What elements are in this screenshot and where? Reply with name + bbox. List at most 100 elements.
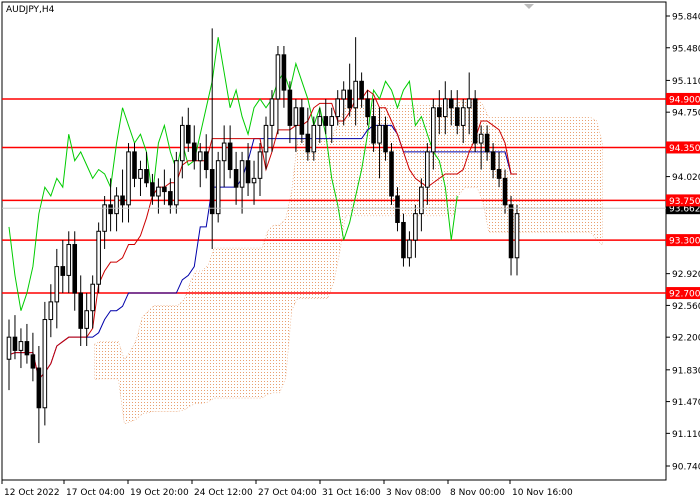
candle-body: [460, 107, 466, 126]
candle[interactable]: [144, 151, 149, 188]
candle-body: [144, 169, 149, 184]
candle-body: [281, 54, 287, 91]
candle[interactable]: [24, 323, 30, 364]
candle[interactable]: [245, 143, 251, 196]
price-tick-label: 90.740: [672, 463, 700, 473]
candle[interactable]: [221, 125, 227, 188]
candle[interactable]: [269, 90, 275, 152]
candle-body: [108, 204, 113, 215]
candle[interactable]: [401, 213, 406, 267]
candle-body: [60, 266, 66, 276]
candle[interactable]: [120, 169, 125, 223]
candle-body: [293, 107, 299, 126]
candle[interactable]: [108, 178, 113, 232]
level-label: 93.750: [669, 197, 700, 207]
price-chart[interactable]: 95.84095.48095.11094.75094.02093.66092.9…: [0, 0, 700, 500]
candle[interactable]: [335, 90, 341, 126]
candle[interactable]: [514, 204, 520, 276]
candle[interactable]: [6, 319, 12, 391]
candle-body: [174, 160, 179, 206]
candle[interactable]: [359, 72, 364, 108]
candle-body: [90, 283, 95, 312]
candle[interactable]: [293, 98, 299, 152]
candle[interactable]: [203, 134, 209, 179]
candle-body: [431, 107, 436, 153]
candle[interactable]: [174, 151, 179, 214]
candle-body: [323, 116, 329, 126]
candle-body: [437, 107, 442, 118]
candle[interactable]: [162, 169, 167, 205]
candle[interactable]: [84, 293, 89, 346]
candle[interactable]: [275, 46, 281, 135]
candle-body: [114, 195, 119, 215]
candle[interactable]: [389, 143, 394, 205]
candle-body: [287, 89, 293, 126]
time-tick-label: 12 Oct 2022: [4, 488, 60, 498]
candle-body: [490, 151, 496, 171]
candle-body: [72, 244, 78, 294]
candle-body: [30, 354, 36, 369]
candle-body: [191, 142, 197, 162]
candle[interactable]: [96, 222, 101, 294]
price-tick-label: 92.560: [672, 302, 700, 312]
candle-body: [299, 107, 305, 135]
candle[interactable]: [132, 143, 137, 188]
candle[interactable]: [48, 284, 54, 338]
candle[interactable]: [60, 240, 66, 294]
candle[interactable]: [138, 160, 143, 196]
candle[interactable]: [126, 143, 131, 223]
level-label: 93.300: [669, 237, 700, 247]
candle-body: [251, 177, 257, 184]
candle-body: [484, 133, 490, 153]
time-tick-label: 8 Nov 00:00: [450, 488, 505, 498]
price-axis: 95.84095.48095.11094.75094.02093.66092.9…: [2, 13, 700, 473]
candle[interactable]: [197, 143, 203, 188]
candle[interactable]: [42, 301, 48, 426]
price-tick-label: 95.480: [672, 44, 700, 54]
candle-body: [180, 124, 185, 162]
time-tick-label: 10 Nov 16:00: [512, 488, 573, 498]
candle[interactable]: [114, 187, 119, 232]
candle-body: [275, 54, 281, 100]
symbol-label: AUDJPY,H4: [6, 5, 55, 15]
candle-body: [263, 124, 269, 153]
candle-body: [502, 177, 508, 206]
candle-body: [66, 244, 72, 276]
candle-body: [42, 319, 48, 409]
candle[interactable]: [251, 160, 257, 205]
candle-body: [138, 169, 143, 179]
candle-body: [478, 133, 484, 144]
candle[interactable]: [239, 151, 245, 214]
candle[interactable]: [78, 275, 84, 346]
candle-body: [36, 367, 42, 409]
candle-body: [347, 89, 352, 109]
candle[interactable]: [102, 196, 107, 249]
price-tick-label: 95.840: [672, 13, 700, 23]
candle[interactable]: [72, 231, 78, 311]
candle-body: [54, 266, 60, 303]
time-axis: 12 Oct 2022 17 Oct 04:00 19 Oct 20:00 24 Oc…: [1, 480, 573, 498]
candle-body: [185, 124, 191, 144]
candle[interactable]: [30, 332, 36, 382]
candle-body: [227, 142, 233, 171]
candle[interactable]: [407, 231, 412, 267]
candle[interactable]: [287, 81, 293, 144]
candle[interactable]: [191, 125, 197, 170]
candle-body: [78, 292, 84, 329]
candle-body: [371, 116, 376, 144]
candle[interactable]: [185, 107, 191, 152]
candle-body: [383, 124, 388, 153]
candle[interactable]: [227, 125, 233, 179]
candle[interactable]: [36, 346, 42, 444]
candle-body: [335, 98, 341, 118]
candle[interactable]: [257, 143, 263, 196]
candle[interactable]: [54, 248, 60, 329]
candle[interactable]: [18, 328, 24, 369]
chart-shift-marker-icon[interactable]: [524, 4, 534, 9]
price-tick-label: 95.110: [672, 77, 700, 87]
candle[interactable]: [299, 98, 305, 144]
candle-body: [6, 336, 12, 360]
candle[interactable]: [472, 90, 478, 152]
candle[interactable]: [233, 151, 239, 205]
candle[interactable]: [215, 151, 221, 223]
